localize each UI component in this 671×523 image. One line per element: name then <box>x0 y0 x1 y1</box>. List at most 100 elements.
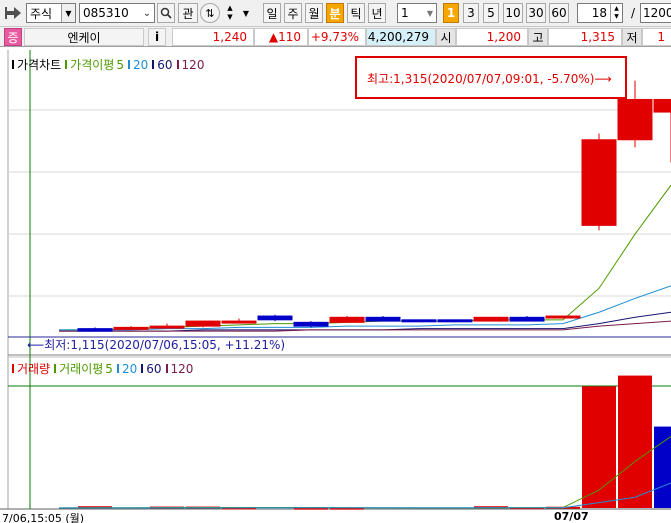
chevron-down-icon: ▼ <box>61 4 75 22</box>
stock-name[interactable]: 엔케이 <box>24 28 144 46</box>
legend-marker <box>12 60 14 69</box>
minute-10-button[interactable]: 10 <box>503 3 523 23</box>
volume-ma20-label: 20 <box>121 361 138 376</box>
period-tick-button[interactable]: 틱 <box>347 3 365 23</box>
volume-panel-legend: 거래량 거래이평 5 20 60 120 <box>10 360 193 377</box>
candle-body <box>617 98 653 141</box>
price-ma5-label: 5 <box>116 57 124 72</box>
volume-panel-title: 거래량 <box>17 362 51 376</box>
arrow-down-icon[interactable]: ▼ <box>614 13 619 21</box>
legend-marker <box>54 364 57 373</box>
candle-body <box>365 316 401 322</box>
legend-marker <box>152 60 155 69</box>
change-rate: +9.73% <box>308 28 366 46</box>
minute-3-button[interactable]: 3 <box>463 3 479 23</box>
minute-60-button[interactable]: 60 <box>549 3 569 23</box>
change-rate-value: +9.73% <box>310 30 359 44</box>
market-select-label: 주식 <box>30 6 53 21</box>
chevron-down-icon: ⌄ <box>142 7 152 19</box>
period-minute-button[interactable]: 분 <box>326 3 344 23</box>
legend-marker <box>127 60 130 69</box>
sync-button[interactable]: ⇅ <box>200 3 220 23</box>
low-price-annotation: ⟵최저:1,115(2020/07/06,15:05, +11.21%) <box>27 336 285 353</box>
period-tick-label: 틱 <box>350 6 362 21</box>
high-label-text: 고 <box>532 30 544 45</box>
minute-3-label: 3 <box>467 6 475 20</box>
legend-marker <box>12 364 14 373</box>
stock-code-input[interactable]: 085310 ⌄ <box>79 3 155 23</box>
interval-select[interactable]: 1 ▼ <box>397 3 437 23</box>
count-divider: / <box>627 3 639 23</box>
info-bar: 증 엔케이 i 1,240 ▲110 +9.73% 4,200,279 시 1,… <box>0 27 671 47</box>
arrow-up-icon[interactable]: ▲ <box>614 5 619 13</box>
legend-marker <box>165 364 168 373</box>
trade-volume-value: 4,200,279 <box>367 30 429 44</box>
count-spinner[interactable]: ▲ ▼ <box>610 4 622 22</box>
dropdown-arrow-icon[interactable]: ▼ <box>240 3 252 23</box>
arrow-up-icon[interactable]: ▲ <box>227 4 232 13</box>
minute-30-button[interactable]: 30 <box>526 3 546 23</box>
toolbar: 주식 ▼ 085310 ⌄ 관 ⇅ ▲ ▼ ▼ 일 주 월 분 틱 년 1 ▼ … <box>0 0 671 27</box>
favorite-button-label: 관 <box>182 6 194 21</box>
info-button[interactable]: i <box>148 28 166 46</box>
price-panel-legend: 가격차트 가격이평 5 20 60 120 <box>10 56 204 73</box>
low-price: 1 <box>642 28 671 46</box>
count-value: 18 <box>591 6 607 20</box>
low-price-value: 1 <box>657 30 665 44</box>
chart-area[interactable] <box>0 47 671 523</box>
volume-ma120-label: 120 <box>170 361 194 376</box>
link-arrow-icon[interactable] <box>3 3 25 23</box>
price-change-value: ▲110 <box>268 30 301 44</box>
price-ma20-label: 20 <box>132 57 149 72</box>
minute-1-button[interactable]: 1 <box>443 3 459 23</box>
candle-body <box>257 315 293 321</box>
candle-body <box>509 316 545 322</box>
period-day-label: 일 <box>266 6 278 21</box>
open-price: 1,200 <box>456 28 528 46</box>
candle-body <box>473 316 509 322</box>
price-ma120-label: 120 <box>181 57 205 72</box>
interval-value: 1 <box>401 6 409 20</box>
minute-5-label: 5 <box>487 6 495 20</box>
market-badge-text: 증 <box>7 30 19 45</box>
minute-30-label: 30 <box>528 6 544 20</box>
minute-1-label: 1 <box>446 6 456 20</box>
open-label-text: 시 <box>440 30 452 45</box>
candle-body <box>581 139 617 226</box>
favorite-button[interactable]: 관 <box>178 3 198 23</box>
trade-volume: 4,200,279 <box>366 28 436 46</box>
period-day-button[interactable]: 일 <box>263 3 281 23</box>
current-price-value: 1,240 <box>212 30 247 44</box>
high-price-annotation: 최고:1,315(2020/07/07,09:01, -5.70%)⟶ <box>355 56 627 99</box>
arrow-down-icon[interactable]: ▼ <box>227 13 232 22</box>
volume-ma-label: 거래이평 <box>59 362 104 376</box>
minute-5-button[interactable]: 5 <box>483 3 499 23</box>
minute-60-label: 60 <box>551 6 567 20</box>
candle-body <box>653 98 671 113</box>
high-label: 고 <box>528 28 548 46</box>
current-price: 1,240 <box>172 28 254 46</box>
sync-icon: ⇅ <box>205 6 215 20</box>
legend-marker <box>65 60 68 69</box>
count-input[interactable]: 18 ▲ ▼ <box>577 3 623 23</box>
stock-name-text: 엔케이 <box>67 30 101 45</box>
count-total-input[interactable]: 1200 <box>640 3 671 23</box>
search-icon <box>160 7 172 19</box>
high-price: 1,315 <box>548 28 622 46</box>
period-month-label: 월 <box>308 6 320 21</box>
period-week-button[interactable]: 주 <box>284 3 302 23</box>
candle-body <box>221 320 257 324</box>
candle-body <box>545 315 581 319</box>
search-button[interactable] <box>157 3 175 23</box>
volume-ma5-label: 5 <box>105 361 113 376</box>
price-panel-title: 가격차트 <box>17 58 62 72</box>
candle-body <box>293 321 329 327</box>
market-select[interactable]: 주식 ▼ <box>26 3 76 23</box>
count-divider-text: / <box>630 6 636 20</box>
candle-body <box>77 328 113 332</box>
period-month-button[interactable]: 월 <box>305 3 323 23</box>
count-total-value: 1200 <box>643 6 671 20</box>
period-year-button[interactable]: 년 <box>368 3 386 23</box>
low-label: 저 <box>622 28 642 46</box>
updown-spinner[interactable]: ▲ ▼ <box>222 3 238 23</box>
